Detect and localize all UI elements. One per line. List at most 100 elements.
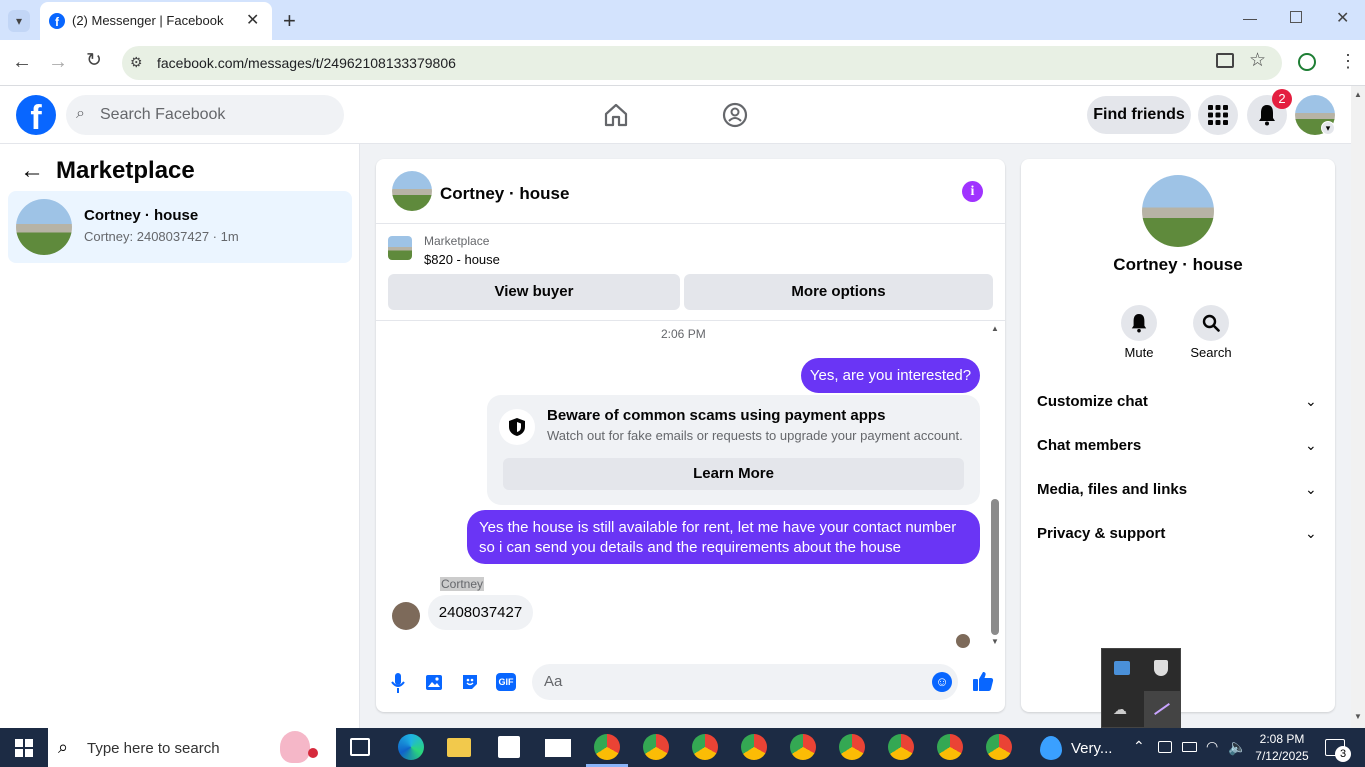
facebook-logo-icon[interactable]: f	[16, 95, 56, 135]
customize-chat-row[interactable]: Customize chat ⌄	[1029, 383, 1327, 423]
chrome-profile-icon[interactable]	[986, 734, 1012, 760]
search-label: Search	[1190, 345, 1232, 360]
page-scrollbar[interactable]: ▲ ▼	[1351, 86, 1365, 728]
info-avatar[interactable]	[1142, 175, 1214, 247]
back-arrow-icon[interactable]: ←	[20, 157, 44, 185]
weather-drop-icon[interactable]	[1040, 736, 1062, 760]
facebook-search[interactable]: ⌕ Search Facebook	[66, 95, 344, 135]
chrome-profile-icon[interactable]	[741, 734, 767, 760]
tray-app-icon[interactable]	[1114, 661, 1130, 675]
windows-start-icon[interactable]	[15, 739, 33, 757]
meet-now-icon[interactable]	[1158, 741, 1172, 753]
security-shield-icon[interactable]	[1154, 660, 1168, 676]
mute-bell-icon	[1131, 314, 1147, 333]
thumbs-up-icon[interactable]	[972, 670, 994, 692]
chat-members-row[interactable]: Chat members ⌄	[1029, 427, 1327, 467]
weather-text[interactable]: Very...	[1071, 740, 1112, 757]
wifi-icon[interactable]: ◠	[1206, 738, 1218, 755]
search-placeholder[interactable]: Search Facebook	[100, 106, 225, 124]
bookmark-star-icon[interactable]: ☆	[1249, 49, 1266, 72]
groups-icon[interactable]	[722, 102, 748, 128]
chat-scrollbar-thumb[interactable]	[991, 499, 999, 635]
pen-tool-icon[interactable]	[1144, 691, 1180, 727]
chat-scroll-down-icon[interactable]: ▼	[991, 637, 999, 646]
reload-icon[interactable]: ↻	[84, 51, 104, 71]
task-view-icon[interactable]	[350, 738, 370, 756]
chrome-profile-icon[interactable]	[937, 734, 963, 760]
browser-menu-icon[interactable]: ⋮	[1339, 52, 1357, 70]
scroll-up-icon[interactable]: ▲	[1354, 90, 1362, 99]
incoming-message[interactable]: 2408037427	[428, 595, 533, 630]
chrome-profile-icon[interactable]	[692, 734, 718, 760]
view-buyer-button[interactable]: View buyer	[388, 274, 680, 310]
close-tab-icon[interactable]: ✕	[246, 10, 259, 30]
store-icon[interactable]	[498, 736, 520, 758]
chrome-profile-icon[interactable]	[839, 734, 865, 760]
url-text[interactable]: facebook.com/messages/t/2496210813337980…	[157, 55, 456, 71]
taskbar-search-box[interactable]: ⌕ Type here to search	[48, 728, 336, 767]
info-icon[interactable]: i	[962, 181, 983, 202]
media-files-row[interactable]: Media, files and links ⌄	[1029, 471, 1327, 511]
chevron-down-icon: ⌄	[1305, 437, 1317, 453]
new-tab-icon[interactable]: +	[283, 8, 296, 34]
battery-icon[interactable]	[1182, 742, 1197, 752]
chrome-profile-icon[interactable]	[594, 734, 620, 760]
message-input[interactable]: Aa ☺	[532, 664, 958, 700]
emoji-icon[interactable]: ☺	[932, 672, 952, 692]
volume-icon[interactable]: 🔈	[1228, 738, 1247, 756]
mail-icon[interactable]	[545, 739, 571, 757]
file-explorer-icon[interactable]	[447, 738, 471, 757]
chrome-profile-icon[interactable]	[790, 734, 816, 760]
conversation-item[interactable]: Cortney · house Cortney: 2408037427 · 1m	[8, 191, 352, 263]
outgoing-message[interactable]: Yes, are you interested?	[801, 358, 980, 393]
listing-title[interactable]: $820 - house	[424, 252, 500, 267]
search-conversation-button[interactable]	[1193, 305, 1229, 341]
shield-icon	[509, 418, 525, 436]
chat-header-name[interactable]: Cortney · house	[440, 184, 569, 204]
chrome-profile-icon[interactable]	[643, 734, 669, 760]
mute-button[interactable]	[1121, 305, 1157, 341]
home-icon[interactable]	[603, 102, 629, 128]
clock-time[interactable]: 2:08 PM	[1249, 732, 1315, 746]
install-app-icon[interactable]	[1216, 53, 1234, 68]
more-options-button[interactable]: More options	[684, 274, 993, 310]
gif-icon[interactable]: GIF	[496, 673, 516, 691]
omnibox[interactable]: ⚙ facebook.com/messages/t/24962108133379…	[122, 46, 1282, 80]
back-icon[interactable]: ←	[12, 52, 32, 72]
tray-overflow-popup: ☁	[1101, 648, 1181, 728]
site-info-icon[interactable]: ⚙	[130, 54, 143, 71]
listing-source: Marketplace	[424, 234, 490, 248]
tab-search-icon[interactable]: ▾	[8, 10, 30, 32]
window-close-icon[interactable]: ✕	[1336, 8, 1349, 28]
forward-icon[interactable]: →	[48, 52, 68, 72]
browser-tab[interactable]: f (2) Messenger | Facebook ✕	[40, 2, 272, 40]
outgoing-message-long[interactable]: Yes the house is still available for ren…	[467, 510, 980, 564]
photo-icon[interactable]	[424, 672, 444, 692]
find-friends-button[interactable]: Find friends	[1087, 96, 1191, 134]
restore-icon[interactable]	[1290, 11, 1302, 23]
menu-grid-button[interactable]	[1198, 95, 1238, 135]
clock-date[interactable]: 7/12/2025	[1249, 749, 1315, 763]
chat-scroll-up-icon[interactable]: ▲	[991, 324, 999, 333]
search-icon: ⌕	[76, 105, 85, 122]
account-chevron-icon[interactable]: ▾	[1321, 121, 1335, 135]
tray-expand-icon[interactable]: ⌃	[1133, 738, 1145, 755]
listing-thumbnail[interactable]	[388, 236, 412, 260]
learn-more-button[interactable]: Learn More	[503, 458, 964, 490]
profile-icon[interactable]	[1298, 53, 1316, 71]
sticker-icon[interactable]	[460, 672, 480, 692]
scroll-down-icon[interactable]: ▼	[1354, 712, 1362, 721]
facebook-favicon-icon: f	[49, 13, 65, 29]
chevron-down-icon: ⌄	[1305, 481, 1317, 497]
onedrive-icon[interactable]: ☁	[1113, 701, 1127, 718]
minimize-icon[interactable]: —	[1243, 10, 1257, 26]
chrome-profile-icon[interactable]	[888, 734, 914, 760]
message-line-2: so i can send you details and the requir…	[479, 539, 901, 556]
chat-header-avatar[interactable]	[392, 171, 432, 211]
privacy-support-row[interactable]: Privacy & support ⌄	[1029, 515, 1327, 555]
chevron-down-icon: ⌄	[1305, 393, 1317, 409]
sender-avatar[interactable]	[392, 602, 420, 630]
taskbar-search-placeholder[interactable]: Type here to search	[87, 740, 220, 757]
microphone-icon[interactable]	[390, 672, 406, 694]
edge-icon[interactable]	[398, 734, 424, 760]
